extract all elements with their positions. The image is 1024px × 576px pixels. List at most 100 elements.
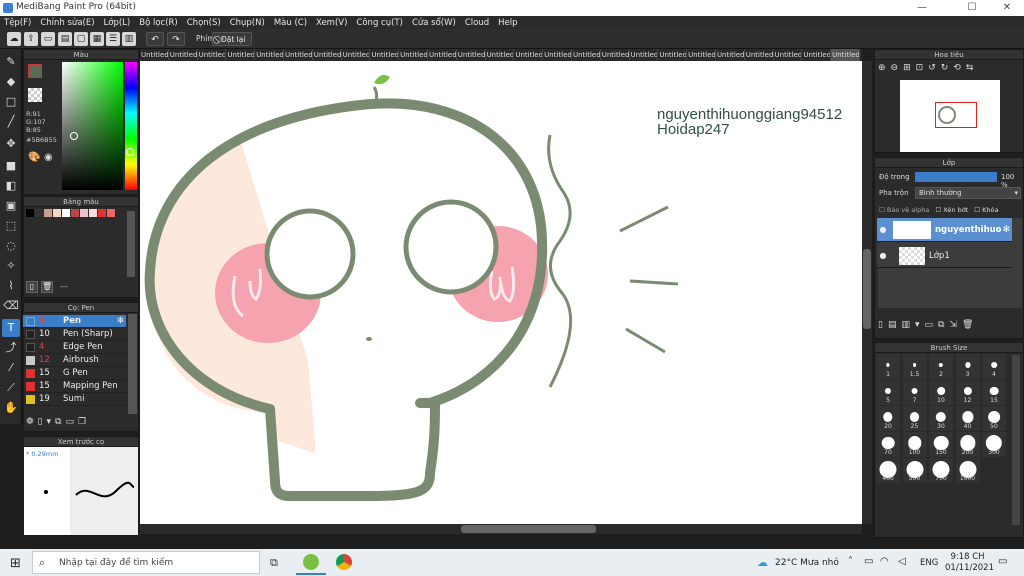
brush-size-option[interactable]: 300 (982, 432, 1007, 458)
layer-row-layer1[interactable]: ● Lớp1 (877, 244, 1012, 268)
brush-size-option[interactable]: 3 (955, 354, 981, 380)
layer-row-text[interactable]: ● nguyenthihuon ✻ (877, 218, 1012, 242)
horizontal-scroll-thumb[interactable] (461, 525, 596, 533)
notification-icon[interactable]: ▭ (998, 556, 1007, 567)
magic-wand-tool-icon[interactable]: ✧ (2, 257, 20, 275)
close-button[interactable]: ✕ (990, 0, 1024, 16)
brush-size-option[interactable]: 25 (902, 406, 928, 432)
tab-untitled[interactable]: Untitled (370, 49, 400, 61)
tab-untitled[interactable]: Untitled (543, 49, 572, 61)
menu-layer[interactable]: Lớp(L) (104, 18, 131, 28)
tab-untitled[interactable]: Untitled (514, 49, 544, 61)
chevron-up-icon[interactable]: ˄ (848, 556, 853, 567)
minimize-button[interactable]: — (905, 0, 939, 16)
reset-button[interactable]: ⃠ Đặt lại (212, 32, 252, 46)
reset-rotation-icon[interactable]: ⟲ (953, 63, 961, 73)
canvas-vertical-scrollbar[interactable] (862, 61, 872, 524)
tab-untitled[interactable]: Untitled (284, 49, 313, 61)
bucket-tool-icon[interactable]: ◧ (2, 177, 20, 195)
fill-rect-tool-icon[interactable]: ■ (2, 157, 20, 175)
eraser-tool-icon[interactable]: ◆ (2, 73, 20, 91)
tab-untitled[interactable]: Untitled (716, 49, 745, 61)
brush-size-option[interactable]: 700 (929, 458, 954, 484)
page-icon[interactable]: ▢ (74, 32, 88, 46)
swatch-black[interactable] (26, 209, 34, 217)
hand-tool-icon[interactable]: ✋ (2, 399, 20, 417)
tab-untitled[interactable]: Untitled (687, 49, 716, 61)
brush-size-option[interactable]: 2 (929, 354, 954, 380)
gradient-tool-icon[interactable]: ▣ (2, 197, 20, 215)
tab-untitled[interactable]: Untitled (198, 49, 227, 61)
flip-horizontal-icon[interactable]: ⇆ (966, 63, 974, 73)
gear-icon[interactable]: ✻ (1002, 225, 1010, 235)
tab-untitled[interactable]: Untitled (745, 49, 774, 61)
swatch-light-pink[interactable] (89, 209, 97, 217)
swatch-brown-red[interactable] (71, 209, 79, 217)
navigator-thumbnail[interactable] (900, 80, 1000, 152)
operation-tool-icon[interactable]: ⤴ (2, 339, 20, 357)
upload-icon[interactable]: ⇪ (24, 32, 38, 46)
wifi-icon[interactable]: ◠ (880, 556, 889, 567)
tab-untitled[interactable]: Untitled (313, 49, 342, 61)
blend-mode-select[interactable]: Bình thường ▾ (915, 187, 1021, 199)
brush-size-option[interactable]: 4 (982, 354, 1007, 380)
grid-icon[interactable]: ▦ (90, 32, 104, 46)
gear-icon[interactable]: ✻ (117, 316, 124, 326)
redo-icon[interactable]: ↷ (167, 32, 185, 46)
brush-tool-icon[interactable]: ✎ (2, 53, 20, 71)
palette-scrollbar[interactable] (127, 211, 135, 277)
select-eraser-tool-icon[interactable]: ⌫ (2, 297, 20, 315)
tab-untitled[interactable]: Untitled (342, 49, 371, 61)
brush-size-option[interactable]: 50 (982, 406, 1007, 432)
select-pen-tool-icon[interactable]: ⌇ (2, 277, 20, 295)
new-halftone-layer-icon[interactable]: ▤ (888, 320, 897, 330)
tab-untitled-active[interactable]: Untitled (831, 49, 860, 61)
brush-size-option[interactable]: 10 (929, 380, 954, 406)
brush-size-option[interactable]: 15 (982, 380, 1007, 406)
swatch-pink[interactable] (80, 209, 88, 217)
selection-tool-icon[interactable]: ⬚ (2, 217, 20, 235)
language-indicator[interactable]: ENG (920, 558, 938, 568)
menu-select[interactable]: Chọn(S) (187, 18, 221, 28)
palette-icon[interactable]: 🎨 (28, 152, 40, 163)
opacity-slider[interactable] (915, 172, 997, 182)
tab-untitled[interactable]: Untitled (140, 49, 169, 61)
tab-untitled[interactable]: Untitled (457, 49, 486, 61)
swatch-tan[interactable] (44, 209, 52, 217)
rotate-left-icon[interactable]: ↺ (928, 63, 936, 73)
hue-slider[interactable] (125, 62, 137, 190)
cloud-icon[interactable]: ☁ (7, 32, 21, 46)
task-view-icon[interactable]: ⧉ (270, 556, 278, 570)
tab-untitled[interactable]: Untitled (486, 49, 515, 61)
brush-size-option[interactable]: 400 (876, 458, 901, 484)
swatch-red[interactable] (98, 209, 106, 217)
clock[interactable]: 9:18 CH 01/11/2021 (945, 552, 994, 574)
brush-item-pen[interactable]: 4 Pen ✻ (23, 315, 126, 328)
maximize-button[interactable]: ☐ (955, 0, 989, 16)
merge-layer-icon[interactable]: ⇲ (949, 320, 957, 330)
delete-palette-icon[interactable]: 🗑 (41, 281, 53, 293)
weather-text[interactable]: 22°C Mưa nhỏ (775, 558, 839, 568)
brush-size-option[interactable]: 5 (876, 380, 901, 406)
eyedropper-tool-icon[interactable]: ⟋ (2, 379, 20, 397)
clipping-checkbox[interactable]: ☐ Xén bớt (935, 206, 968, 214)
zoom-in-icon[interactable]: ⊕ (878, 63, 886, 73)
lasso-tool-icon[interactable]: ◌ (2, 237, 20, 255)
hue-cursor[interactable] (126, 148, 134, 156)
brush-item-sumi[interactable]: 19 Sumi (23, 393, 126, 406)
chat-icon[interactable]: ▭ (41, 32, 55, 46)
tab-untitled[interactable]: Untitled (572, 49, 601, 61)
menu-color[interactable]: Màu (C) (274, 18, 307, 28)
menu-file[interactable]: Tệp(F) (4, 18, 31, 28)
layer-folder-icon[interactable]: ▭ (925, 320, 934, 330)
chrome-taskbar-icon[interactable] (336, 554, 352, 570)
menu-edit[interactable]: Chỉnh sửa(E) (40, 18, 94, 28)
new-palette-icon[interactable]: ▯ (26, 281, 38, 293)
brush-size-option[interactable]: 500 (902, 458, 928, 484)
main-color-swatch[interactable] (28, 64, 42, 78)
rotate-right-icon[interactable]: ↻ (941, 63, 949, 73)
canvas-horizontal-scrollbar[interactable] (140, 524, 862, 534)
brush-size-option[interactable]: 20 (876, 406, 901, 432)
new-8bit-layer-icon[interactable]: ▥ (901, 320, 910, 330)
taskbar-search-box[interactable]: ⌕ Nhập tại đây để tìm kiếm (32, 551, 260, 574)
